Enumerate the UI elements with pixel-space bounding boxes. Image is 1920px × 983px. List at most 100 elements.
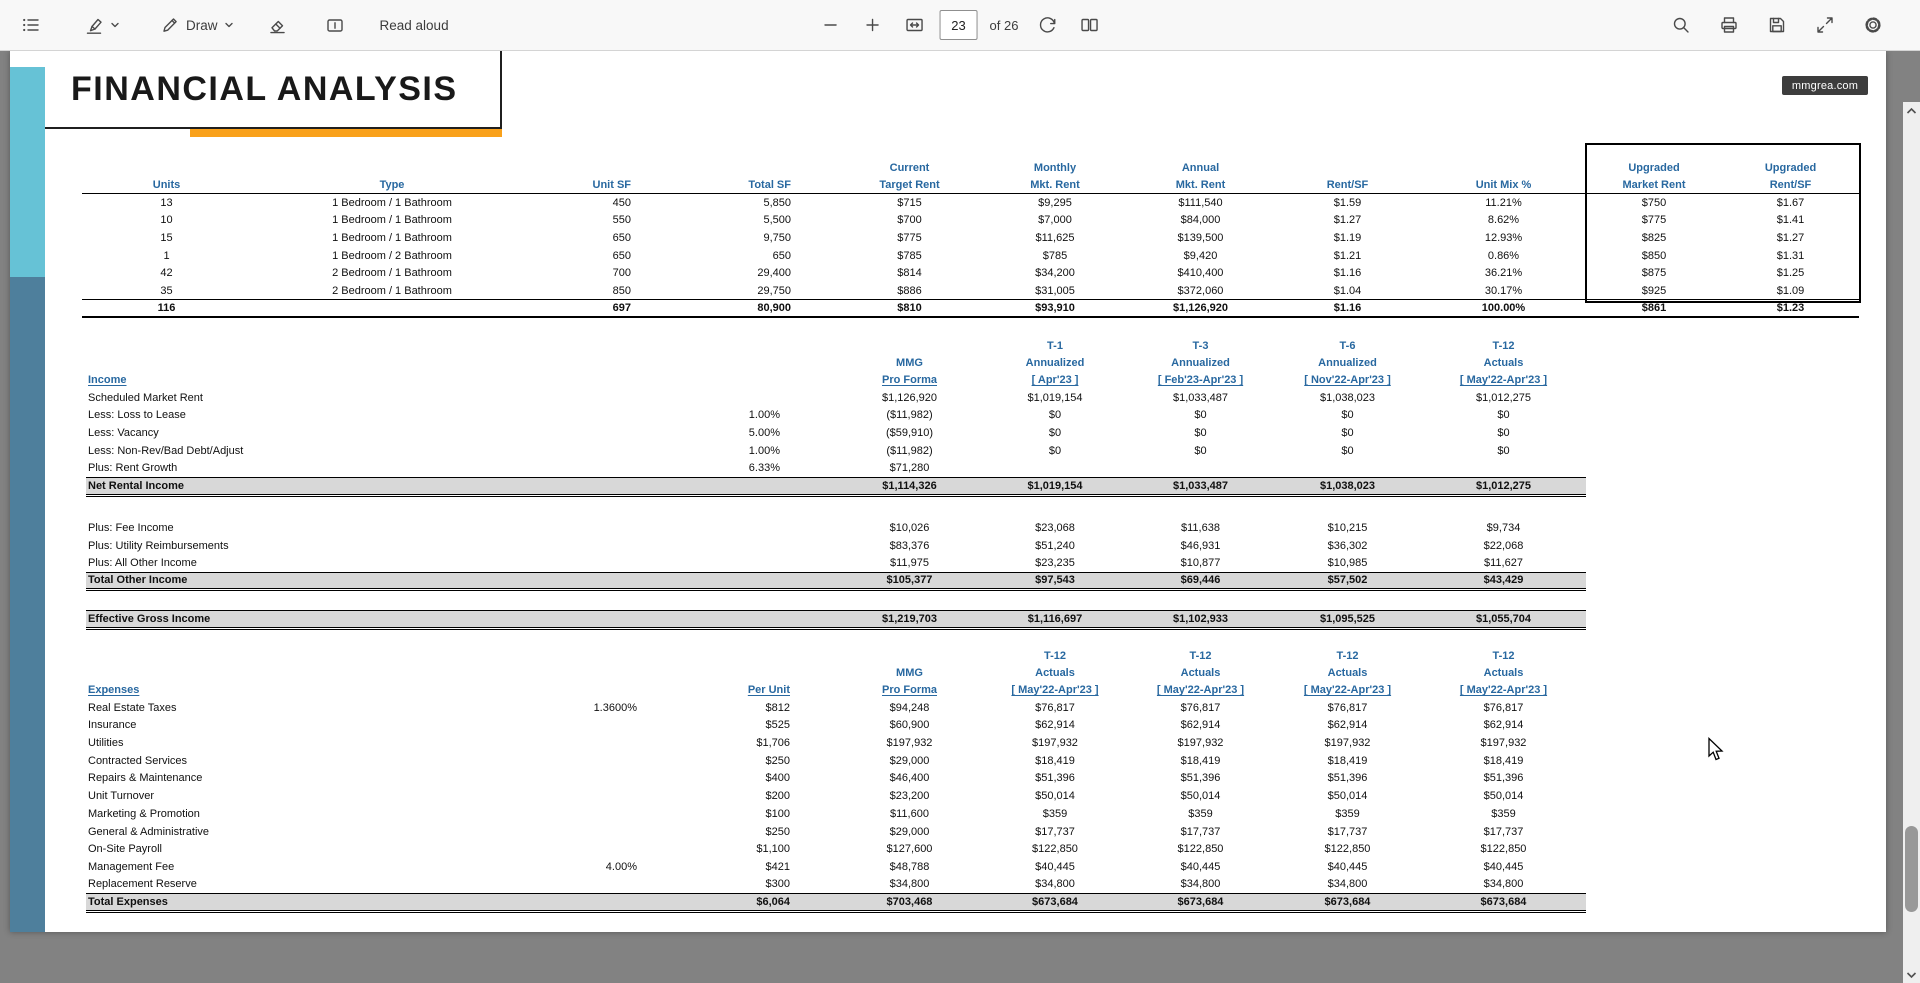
cell: $1,219,703 — [836, 610, 983, 630]
cell: $1,038,023 — [1319, 391, 1376, 404]
column-header: Market Rent — [1586, 176, 1722, 195]
cell: $750 — [1641, 196, 1667, 209]
cell: $62,914 — [1483, 719, 1524, 732]
print-button[interactable] — [1712, 7, 1746, 43]
cell — [612, 554, 836, 572]
column-header: MMG — [896, 356, 923, 369]
cell: $11,975 — [890, 556, 929, 569]
cell: $673,684 — [1127, 892, 1274, 913]
pdf-page: FINANCIAL ANALYSIS mmgrea.com Current Mon… — [10, 51, 1886, 932]
cell — [983, 460, 1127, 478]
cell: $11,627 — [1484, 556, 1523, 569]
expenses-table: T-12 T-12 T-12 T-12 MMG Actuals Actuals Actuals… — [86, 647, 1586, 913]
cell: 5.00% — [748, 427, 780, 440]
eraser-button[interactable] — [260, 7, 294, 43]
cell: $925 — [1641, 284, 1667, 297]
fit-to-width-button[interactable] — [898, 7, 932, 43]
cell: $673,684 — [983, 892, 1127, 913]
cell: $703,468 — [836, 892, 983, 913]
accent-bar-slate — [10, 277, 45, 932]
cell: ($11,982) — [886, 409, 933, 422]
cell: $76,817 — [1035, 701, 1075, 714]
cell: $122,850 — [1324, 843, 1371, 856]
cell: $100 — [765, 807, 790, 820]
cell: $76,817 — [1327, 701, 1368, 714]
cell — [612, 389, 836, 407]
cell: 10 — [160, 214, 173, 227]
page-view-button[interactable] — [1072, 7, 1106, 43]
cell — [1274, 460, 1421, 478]
cell: Utilities — [88, 737, 124, 750]
cell — [539, 805, 649, 823]
scrollbar-up-arrow[interactable] — [1903, 102, 1920, 119]
scrollbar[interactable] — [1903, 102, 1920, 983]
cell: 1 Bedroom / 1 Bathroom — [332, 231, 452, 244]
cell: $1,038,023 — [1274, 476, 1421, 497]
column-header: [ Nov'22-Apr'23 ] — [1304, 374, 1391, 387]
save-button[interactable] — [1760, 7, 1794, 43]
settings-button[interactable] — [1856, 7, 1890, 43]
cell — [612, 537, 836, 555]
read-aloud-button[interactable]: Read aloud — [374, 7, 455, 43]
cell: $1.19 — [1333, 231, 1362, 244]
scrollbar-thumb[interactable] — [1905, 826, 1918, 912]
highlighter-button[interactable] — [78, 7, 126, 43]
cell: $715 — [897, 196, 922, 209]
cell: $0 — [1048, 409, 1062, 422]
cell: $359 — [1188, 807, 1213, 820]
cell — [251, 299, 533, 319]
cell: $673,684 — [1421, 892, 1586, 913]
column-header — [836, 647, 983, 664]
add-text-button[interactable] — [318, 7, 352, 43]
column-header — [539, 664, 649, 681]
cell: $1,095,525 — [1274, 610, 1421, 630]
cell: $9,295 — [1038, 196, 1072, 209]
column-header — [649, 647, 836, 664]
zoom-out-button[interactable] — [814, 7, 848, 43]
cell: $1,126,920 — [881, 391, 938, 404]
cell: $9,420 — [1183, 249, 1218, 262]
cell: $1.31 — [1776, 249, 1805, 262]
column-header: Expenses — [88, 684, 140, 697]
cell: $51,240 — [1035, 539, 1075, 552]
column-header — [1274, 159, 1421, 176]
cell: $46,400 — [889, 772, 930, 785]
column-header: [ May'22-Apr'23 ] — [1459, 684, 1548, 697]
cell: $76,817 — [1483, 701, 1524, 714]
column-header: [ May'22-Apr'23 ] — [1156, 684, 1245, 697]
cell: $83,376 — [889, 539, 930, 552]
search-button[interactable] — [1664, 7, 1698, 43]
cell: $0 — [1194, 409, 1207, 422]
zoom-out-icon — [824, 24, 837, 26]
cell: $1,033,487 — [1172, 391, 1229, 404]
cell — [1127, 460, 1274, 478]
cell: $1.09 — [1776, 284, 1805, 297]
cell: $43,429 — [1421, 571, 1586, 592]
rotate-button[interactable] — [1030, 7, 1064, 43]
cell: On-Site Payroll — [88, 843, 162, 856]
scrollbar-down-arrow[interactable] — [1903, 966, 1920, 983]
page-number-input[interactable] — [939, 10, 978, 40]
cell: 850 — [612, 284, 631, 297]
cell: Repairs & Maintenance — [88, 772, 203, 785]
fullscreen-button[interactable] — [1808, 7, 1842, 43]
cell: $1.23 — [1722, 299, 1859, 319]
cell: $29,000 — [889, 754, 930, 767]
zoom-in-button[interactable] — [856, 7, 890, 43]
column-header: Unit Mix % — [1421, 176, 1586, 195]
column-header: T-12 — [1336, 649, 1359, 662]
draw-button[interactable]: Draw — [154, 7, 240, 43]
cell: $410,400 — [1177, 267, 1224, 280]
cell: $197,932 — [1177, 737, 1224, 750]
cell: $29,000 — [889, 825, 930, 838]
cell: $40,445 — [1180, 860, 1221, 873]
table-of-contents-button[interactable] — [14, 7, 48, 43]
cell: $10,877 — [1180, 556, 1221, 569]
highlighter-icon — [86, 18, 102, 34]
cell: $51,396 — [1483, 772, 1524, 785]
draw-button-label: Draw — [186, 17, 218, 33]
cell: $1,102,933 — [1127, 610, 1274, 630]
cell: $23,200 — [889, 790, 930, 803]
cell: $861 — [1586, 299, 1722, 319]
cell: Net Rental Income — [86, 476, 612, 497]
